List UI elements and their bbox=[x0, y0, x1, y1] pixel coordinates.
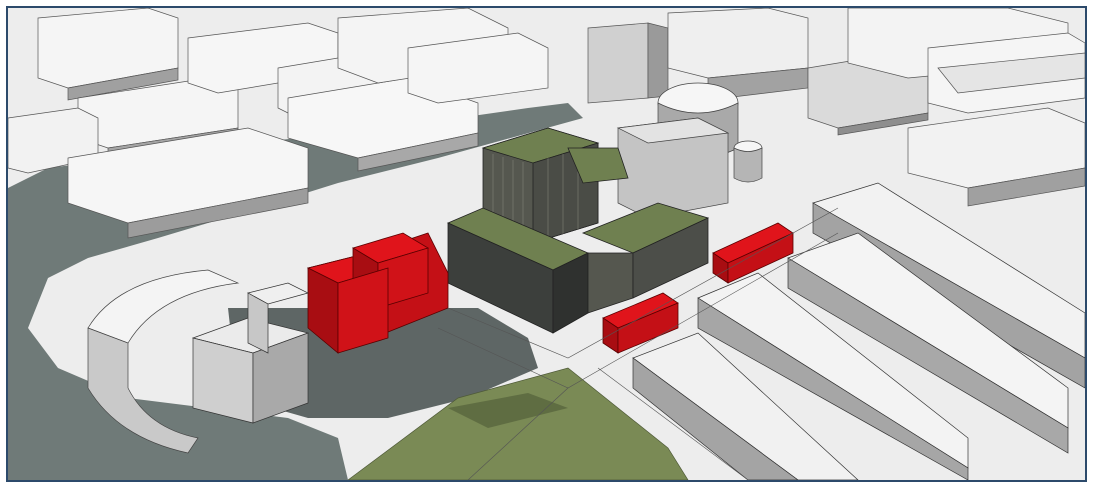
massing-render bbox=[8, 8, 1085, 480]
grey-stepped-block bbox=[616, 117, 730, 219]
render-frame bbox=[6, 6, 1087, 482]
